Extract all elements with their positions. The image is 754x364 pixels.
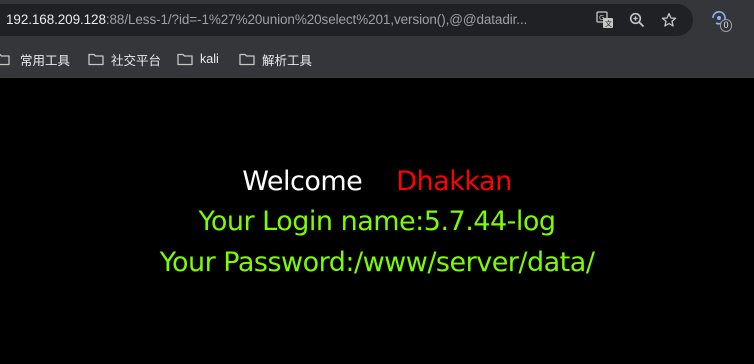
login-name-text: Your Login name:5.7.44-log — [198, 206, 556, 237]
bookmark-folder-kali[interactable]: kali — [177, 48, 219, 70]
welcome-name: Dhakkan — [396, 166, 512, 197]
folder-icon — [88, 53, 104, 65]
page-content: Welcome Dhakkan Your Login name:5.7.44-lo… — [0, 78, 754, 364]
bookmark-label: 社交平台 — [111, 53, 162, 68]
extension-badge: 0 — [720, 19, 732, 32]
bookmarks-bar: 常用工具 社交平台 kali 解析工具 — [0, 40, 754, 78]
browser-toolbar: 192.168.209.128:88/Less-1/?id=-1%27%20un… — [0, 0, 754, 40]
bookmark-folder-partial[interactable] — [0, 48, 17, 70]
folder-icon — [239, 53, 255, 65]
welcome-text: Welcome — [242, 166, 363, 197]
bookmark-folder-parse[interactable]: 解析工具 — [239, 48, 312, 70]
zoom-icon[interactable] — [627, 10, 647, 30]
extension-icon[interactable]: 0 — [710, 9, 734, 33]
bookmark-label: 常用工具 — [20, 53, 71, 68]
bookmark-label: kali — [200, 52, 219, 66]
translate-icon[interactable]: G 文 — [595, 10, 615, 30]
bookmark-folder-tools[interactable]: 常用工具 — [20, 48, 70, 70]
svg-text:文: 文 — [605, 19, 612, 28]
url-host: 192.168.209.128 — [6, 12, 106, 27]
folder-icon — [0, 53, 10, 65]
welcome-line: Welcome Dhakkan — [0, 166, 754, 197]
bookmark-folder-social[interactable]: 社交平台 — [88, 48, 161, 70]
password-text: Your Password:/www/server/data/ — [159, 247, 595, 278]
bookmark-label: 解析工具 — [262, 53, 313, 68]
url-text[interactable]: 192.168.209.128:88/Less-1/?id=-1%27%20un… — [6, 4, 586, 36]
url-path: :88/Less-1/?id=-1%27%20union%20select%20… — [105, 12, 528, 27]
address-bar[interactable]: 192.168.209.128:88/Less-1/?id=-1%27%20un… — [0, 4, 693, 36]
star-icon[interactable] — [659, 10, 679, 30]
folder-icon — [177, 53, 193, 65]
